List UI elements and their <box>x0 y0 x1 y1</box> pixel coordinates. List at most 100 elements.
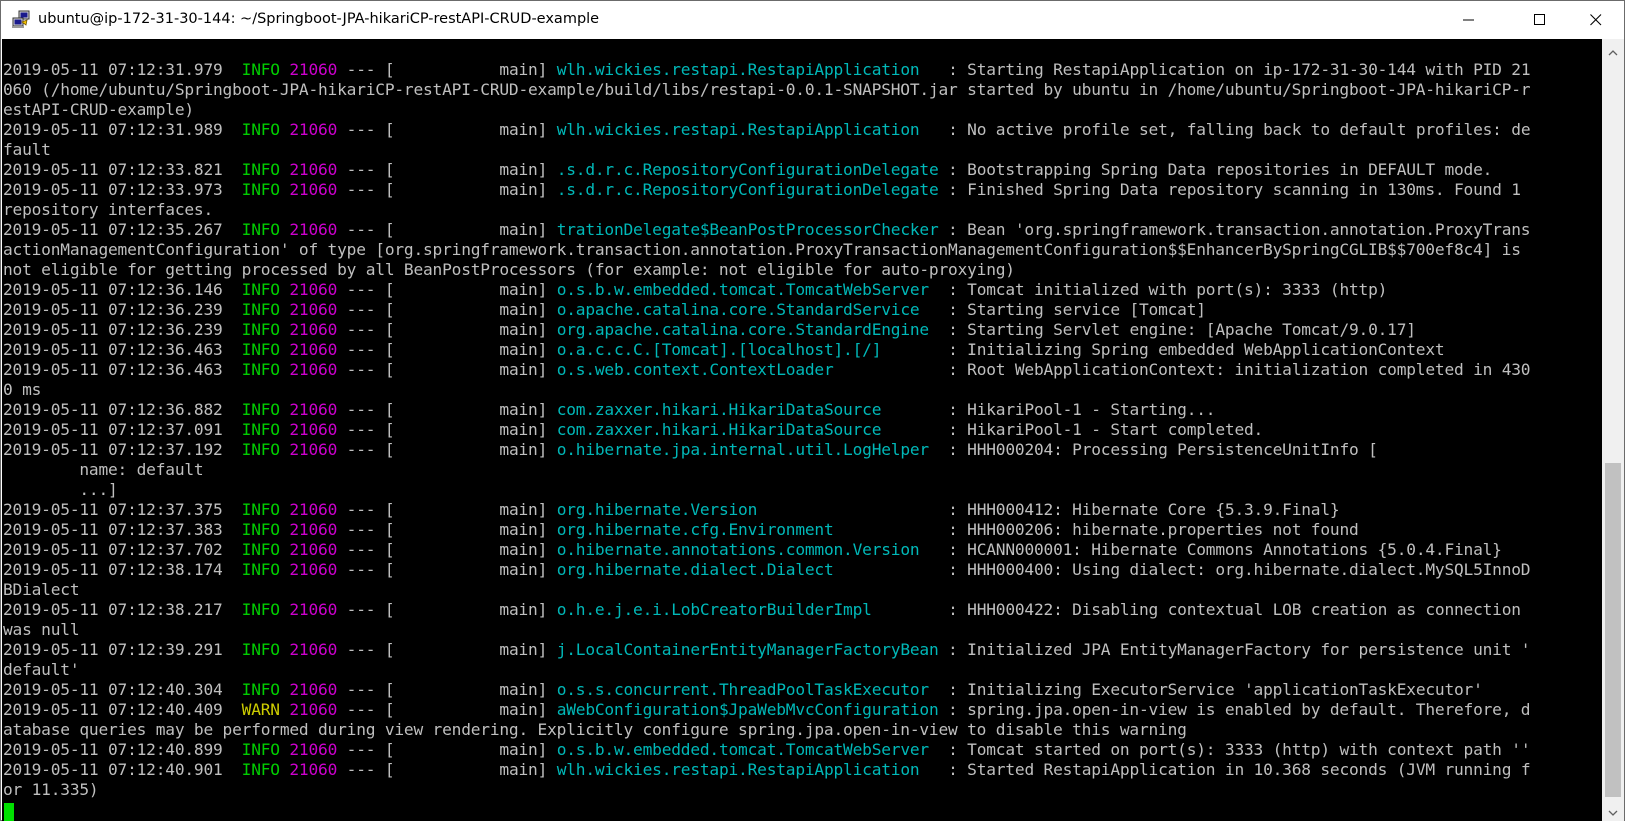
log-segment: com.zaxxer.hikari.HikariDataSource <box>556 400 882 419</box>
vertical-scrollbar[interactable] <box>1602 39 1624 821</box>
window-title: ubuntu@ip-172-31-30-144: ~/Springboot-JP… <box>38 11 600 27</box>
log-segment: --- [ main] <box>337 360 557 379</box>
log-segment: --- [ main] <box>337 740 557 759</box>
log-segment: wlh.wickies.restapi.RestapiApplication <box>556 760 920 779</box>
log-segment: : Tomcat initialized with port(s): 3333 … <box>928 280 1388 299</box>
log-line: 2019-05-11 07:12:36.463 INFO 21060 --- [… <box>3 360 1531 380</box>
log-segment: 21060 <box>289 680 338 699</box>
log-segment: 21060 <box>289 560 338 579</box>
log-segment: INFO <box>241 360 280 379</box>
log-line: 2019-05-11 07:12:37.702 INFO 21060 --- [… <box>3 540 1530 560</box>
scroll-down-button[interactable] <box>1602 799 1624 821</box>
log-segment: 21060 <box>289 400 338 419</box>
log-segment <box>280 700 290 719</box>
log-segment: trationDelegate$BeanPostProcessorChecker <box>556 220 939 239</box>
log-segment: aWebConfiguration$JpaWebMvcConfiguration <box>556 700 939 719</box>
log-segment: 21060 <box>289 60 338 79</box>
log-segment: --- [ main] <box>337 340 557 359</box>
log-line: 2019-05-11 07:12:38.217 INFO 21060 --- [… <box>3 600 1530 620</box>
log-segment: --- [ main] <box>337 280 557 299</box>
log-line: not eligible for getting processed by al… <box>3 260 1530 280</box>
log-segment: default' <box>3 660 80 679</box>
log-segment: o.s.web.context.ContextLoader <box>556 360 834 379</box>
log-segment: --- [ main] <box>337 120 557 139</box>
log-segment: com.zaxxer.hikari.HikariDataSource <box>556 420 882 439</box>
log-segment: : HikariPool-1 - Starting... <box>881 400 1216 419</box>
log-segment: : Starting RestapiApplication on ip-172-… <box>919 60 1531 79</box>
log-segment <box>280 280 290 299</box>
scroll-up-button[interactable] <box>1602 39 1624 61</box>
log-segment: --- [ main] <box>337 320 557 339</box>
log-segment: INFO <box>241 600 280 619</box>
scrollbar-thumb[interactable] <box>1605 463 1621 797</box>
log-segment: 2019-05-11 07:12:40.409 <box>3 700 242 719</box>
log-segment: INFO <box>241 220 280 239</box>
log-segment: INFO <box>241 560 280 579</box>
log-segment: INFO <box>241 740 280 759</box>
log-segment: 21060 <box>289 420 338 439</box>
minimize-button[interactable] <box>1442 1 1496 39</box>
log-line: 2019-05-11 07:12:38.174 INFO 21060 --- [… <box>3 560 1531 580</box>
log-segment: 21060 <box>289 500 338 519</box>
log-segment: org.apache.catalina.core.StandardEngine <box>556 320 929 339</box>
log-line: fault <box>3 140 1530 160</box>
log-line: or 11.335) <box>3 780 1530 800</box>
close-icon <box>1590 11 1602 30</box>
log-segment: INFO <box>241 520 280 539</box>
log-segment: : Initialized JPA EntityManagerFactory f… <box>938 640 1531 659</box>
log-line: 2019-05-11 07:12:36.882 INFO 21060 --- [… <box>3 400 1530 420</box>
log-segment <box>280 560 290 579</box>
maximize-button[interactable] <box>1513 1 1567 39</box>
log-segment <box>280 440 290 459</box>
log-segment: --- [ main] <box>337 560 557 579</box>
log-segment <box>280 160 290 179</box>
log-segment: org.hibernate.dialect.Dialect <box>556 560 834 579</box>
log-line: 2019-05-11 07:12:40.899 INFO 21060 --- [… <box>3 740 1531 760</box>
log-line: 2019-05-11 07:12:31.989 INFO 21060 --- [… <box>3 120 1531 140</box>
log-segment: 21060 <box>289 320 338 339</box>
log-segment: --- [ main] <box>337 440 557 459</box>
terminal-output[interactable]: 2019-05-11 07:12:31.979 INFO 21060 --- [… <box>2 39 1602 821</box>
putty-icon[interactable] <box>11 10 31 30</box>
log-segment: actionManagementConfiguration' of type [… <box>3 240 1521 259</box>
log-segment: --- [ main] <box>337 680 557 699</box>
log-segment: was null <box>3 620 80 639</box>
log-segment: 21060 <box>289 160 338 179</box>
close-button[interactable] <box>1569 1 1623 39</box>
log-line: ...] <box>3 480 1530 500</box>
log-line: 2019-05-11 07:12:40.409 WARN 21060 --- [… <box>3 700 1531 720</box>
log-segment: 21060 <box>289 220 338 239</box>
log-segment: INFO <box>241 760 280 779</box>
log-segment: 21060 <box>289 700 338 719</box>
log-segment: estAPI-CRUD-example) <box>3 100 194 119</box>
log-segment: INFO <box>241 120 280 139</box>
title-bar[interactable]: ubuntu@ip-172-31-30-144: ~/Springboot-JP… <box>1 1 1624 39</box>
log-segment: 2019-05-11 07:12:37.192 <box>3 440 242 459</box>
log-segment: : Tomcat started on port(s): 3333 (http)… <box>928 740 1531 759</box>
log-segment: 21060 <box>289 640 338 659</box>
log-segment <box>280 320 290 339</box>
log-segment: : HikariPool-1 - Start completed. <box>881 420 1264 439</box>
log-segment: : No active profile set, falling back to… <box>919 120 1531 139</box>
log-segment: --- [ main] <box>337 520 557 539</box>
log-line: 2019-05-11 07:12:37.375 INFO 21060 --- [… <box>3 500 1530 520</box>
log-segment: INFO <box>241 640 280 659</box>
log-segment: 2019-05-11 07:12:36.463 <box>3 360 242 379</box>
log-segment: not eligible for getting processed by al… <box>3 260 1015 279</box>
log-segment: INFO <box>241 400 280 419</box>
log-segment: 2019-05-11 07:12:31.989 <box>3 120 242 139</box>
log-segment <box>280 760 290 779</box>
log-segment <box>280 300 290 319</box>
log-segment: 21060 <box>289 540 338 559</box>
chevron-down-icon <box>1608 801 1618 820</box>
log-line: atabase queries may be performed during … <box>3 720 1530 740</box>
log-segment <box>280 680 290 699</box>
log-segment: INFO <box>241 60 280 79</box>
log-line: 2019-05-11 07:12:36.463 INFO 21060 --- [… <box>3 340 1530 360</box>
log-line: 2019-05-11 07:12:36.239 INFO 21060 --- [… <box>3 320 1530 340</box>
log-segment: --- [ main] <box>337 160 557 179</box>
log-line: 0 ms <box>3 380 1530 400</box>
log-segment: 21060 <box>289 180 338 199</box>
log-segment: INFO <box>241 500 280 519</box>
log-segment: atabase queries may be performed during … <box>3 720 1187 739</box>
